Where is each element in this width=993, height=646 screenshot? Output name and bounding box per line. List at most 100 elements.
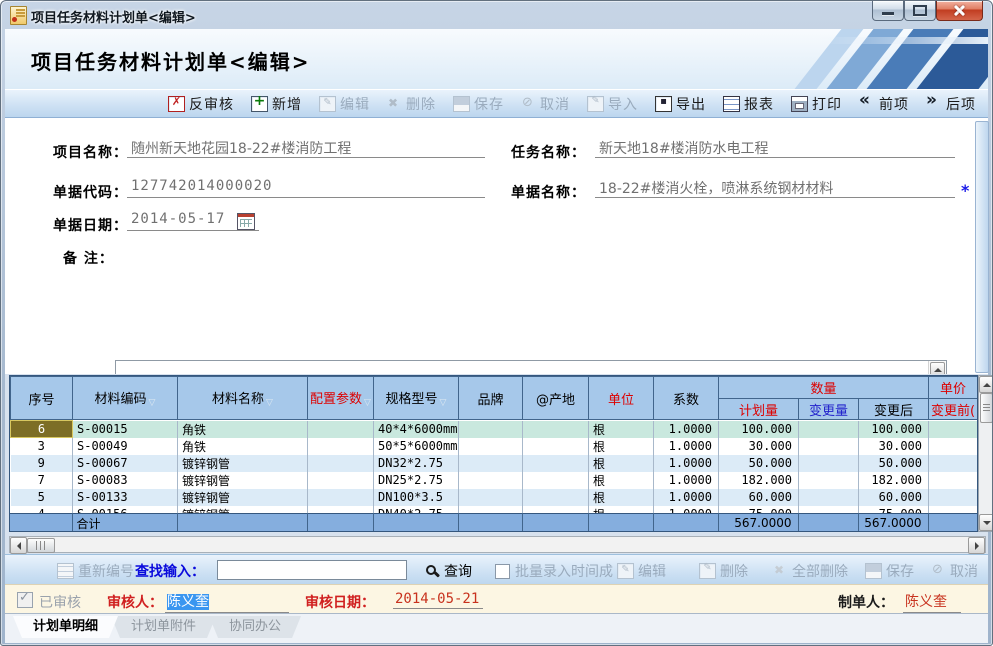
col-code-header[interactable]: 材料编码▽ (73, 377, 178, 420)
save-button[interactable]: 保存 (453, 94, 504, 114)
minimize-button[interactable] (872, 1, 904, 21)
page-title: 项目任务材料计划单<编辑> (31, 46, 311, 75)
table-hscroll-left-button[interactable] (10, 537, 27, 554)
doc-code-label: 单据代码： (53, 182, 128, 202)
import-icon (587, 96, 604, 112)
col-origin-header: @产地 (523, 377, 589, 420)
delete-all-icon (773, 564, 788, 578)
doc-name-field[interactable]: 18-22#楼消火栓，喷淋系统钢材材料 (595, 178, 955, 198)
approved-checkbox[interactable] (17, 592, 33, 608)
window-title: 项目任务材料计划单<编辑> (31, 7, 196, 26)
total-label: 合计 (72, 514, 177, 533)
import-label: 导入 (608, 94, 638, 114)
table-row[interactable]: 6S-00015角铁40*4*6000mm根1.0000100.000100.0… (11, 421, 978, 438)
print-button[interactable]: 打印 (791, 94, 842, 114)
table-vscroll-thumb[interactable] (980, 393, 993, 423)
form-right-scroll-strip[interactable] (975, 121, 989, 373)
tab-collaboration[interactable]: 协同办公 (209, 616, 301, 638)
next-label: 后项 (946, 94, 976, 114)
audit-date-field[interactable]: 2014-05-21 (393, 591, 483, 609)
auditor-field[interactable]: 陈义奎 (165, 591, 289, 613)
col-factor-header: 系数 (654, 377, 719, 420)
maximize-button[interactable] (904, 1, 936, 21)
table-row[interactable]: 3S-00049角铁50*5*6000mm根1.000030.00030.000 (11, 438, 978, 455)
task-name-field[interactable]: 新天地18#楼消防水电工程 (595, 138, 955, 158)
status-bar: 已审核 审核人： 陈义奎 审核日期： 2014-05-21 制单人： 陈义奎 (5, 584, 988, 614)
project-name-field[interactable]: 随州新天地花园18-22#楼消防工程 (127, 138, 485, 158)
detail-delete-label: 删除 (720, 561, 748, 581)
doc-date-label: 单据日期： (53, 215, 128, 235)
delete-button[interactable]: 删除 (387, 94, 436, 114)
query-button[interactable]: 查询 (425, 561, 472, 581)
delete-all-button[interactable]: 全部删除 (773, 561, 848, 581)
col-before-change-header: 变更前( (929, 399, 978, 420)
batch-entry-checkbox[interactable]: 批量录入时间成 (495, 561, 613, 581)
auditor-label: 审核人： (107, 592, 163, 612)
table-vscroll-down-button[interactable] (979, 514, 993, 531)
tab-plan-attachment[interactable]: 计划单附件 (111, 616, 216, 638)
col-brand-header: 品牌 (459, 377, 523, 420)
renumber-icon (57, 563, 74, 579)
detail-save-label: 保存 (886, 561, 914, 581)
search-input[interactable] (217, 560, 407, 580)
add-icon (251, 96, 268, 112)
query-label: 查询 (444, 561, 472, 581)
col-config-header[interactable]: 配置参数▽ (308, 377, 374, 420)
col-after-header: 变更后 (859, 399, 929, 420)
sort-icon: ▽ (266, 398, 273, 408)
delete-label: 删除 (406, 94, 436, 114)
doc-code-field[interactable]: 127742014000020 (127, 178, 485, 198)
app-icon (10, 6, 27, 25)
table-vscroll[interactable] (978, 375, 993, 532)
tab-plan-detail[interactable]: 计划单明细 (13, 616, 118, 638)
delete-icon (699, 563, 716, 579)
table-hscroll-right-button[interactable] (968, 537, 985, 554)
audit-date-label: 审核日期： (305, 592, 375, 612)
col-change-header: 变更量 (799, 399, 859, 420)
main-toolbar: 反审核 新增 编辑 删除 保存 取消 导入 导出 报表 打印 前项 后项 (5, 89, 988, 118)
col-spec-header[interactable]: 规格型号▽ (374, 377, 459, 420)
table-row[interactable]: 7S-00083镀锌钢管DN25*2.75根1.0000182.000182.0… (11, 472, 978, 489)
col-name-header[interactable]: 材料名称▽ (178, 377, 308, 420)
cancel-button[interactable]: 取消 (521, 94, 570, 114)
renumber-label: 重新编号 (78, 561, 134, 581)
calendar-icon[interactable] (237, 213, 255, 230)
bottom-tab-bar: 计划单明细 计划单附件 协同办公 (5, 613, 988, 643)
edit-icon (319, 96, 336, 112)
planned-total: 567.0000 (718, 514, 798, 533)
report-label: 报表 (744, 94, 774, 114)
table-row[interactable]: 9S-00067镀锌钢管DN32*2.75根1.000050.00050.000 (11, 455, 978, 472)
unapprove-button[interactable]: 反审核 (168, 94, 234, 114)
renumber-button[interactable]: 重新编号 (57, 561, 134, 581)
table-row[interactable]: 5S-00133镀锌钢管DN100*3.5根1.000060.00060.000 (11, 489, 978, 506)
project-name-label: 项目名称： (53, 142, 128, 162)
prev-item-button[interactable]: 前项 (859, 94, 909, 114)
grid-header: 序号 材料编码▽ 材料名称▽ 配置参数▽ 规格型号▽ 品牌 @产地 单位 系数 … (10, 376, 978, 420)
import-button[interactable]: 导入 (587, 94, 638, 114)
export-button[interactable]: 导出 (655, 94, 706, 114)
search-label-item: 查找输入： (135, 561, 205, 581)
next-item-button[interactable]: 后项 (926, 94, 976, 114)
table-hscroll-thumb[interactable] (27, 538, 55, 553)
batch-entry-label: 批量录入时间成 (515, 561, 613, 581)
close-button[interactable] (936, 1, 983, 21)
creator-field[interactable]: 陈义奎 (903, 591, 961, 613)
print-icon (791, 96, 808, 112)
save-label: 保存 (474, 94, 504, 114)
add-button[interactable]: 新增 (251, 94, 302, 114)
table-hscroll[interactable] (9, 536, 986, 553)
table-row[interactable]: 4S-00156镀锌钢管DN40*2.75根1.000075.00075.000 (11, 506, 978, 514)
sort-icon: ▽ (364, 398, 371, 408)
table-vscroll-up-button[interactable] (979, 376, 993, 393)
add-label: 新增 (272, 94, 302, 114)
report-button[interactable]: 报表 (723, 94, 774, 114)
detail-save-button[interactable]: 保存 (865, 561, 914, 581)
delete-icon (387, 97, 402, 111)
next-icon (926, 97, 942, 111)
detail-edit-button[interactable]: 编辑 (617, 561, 666, 581)
save-icon (453, 96, 470, 112)
detail-delete-button[interactable]: 删除 (699, 561, 748, 581)
edit-button[interactable]: 编辑 (319, 94, 370, 114)
detail-cancel-button[interactable]: 取消 (931, 561, 978, 581)
title-bar[interactable]: 项目任务材料计划单<编辑> (1, 1, 992, 29)
